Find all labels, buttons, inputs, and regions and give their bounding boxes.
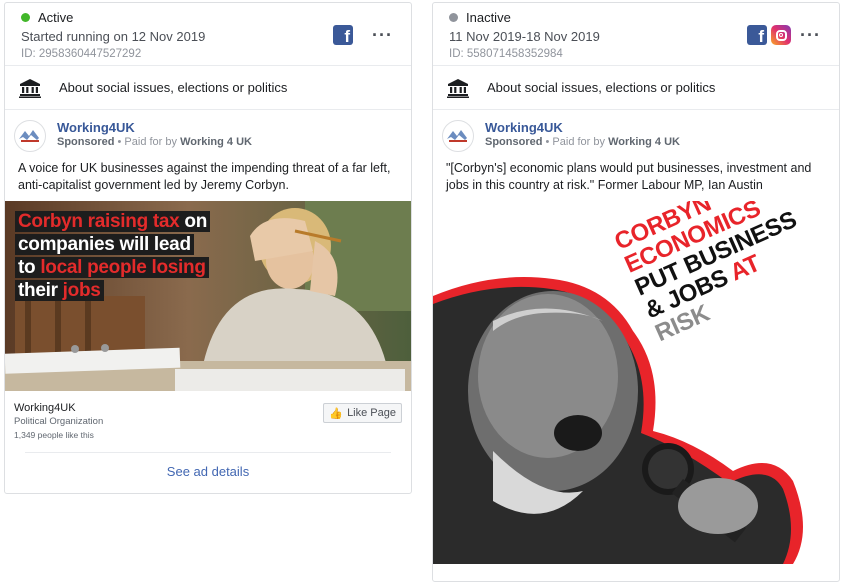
thumbs-up-icon: 👍 bbox=[329, 407, 344, 420]
status-label: Inactive bbox=[466, 10, 511, 25]
instagram-icon bbox=[771, 25, 791, 45]
caption-line4-red: jobs bbox=[62, 280, 101, 301]
ad-id: ID: 558071458352984 bbox=[449, 48, 563, 60]
page-info: Working4UK Political Organization 1,349 … bbox=[5, 391, 411, 452]
caption-line2: companies will lead bbox=[15, 234, 194, 255]
like-page-label: Like Page bbox=[347, 407, 396, 419]
paid-for-label: Paid for by bbox=[124, 136, 178, 148]
paid-for-name: Working 4 UK bbox=[608, 136, 680, 148]
category-row: About social issues, elections or politi… bbox=[433, 66, 839, 109]
advertiser-logo-icon bbox=[447, 130, 467, 142]
ad-id: ID: 2958360447527292 bbox=[21, 48, 142, 60]
more-options-icon[interactable]: ··· bbox=[800, 25, 821, 46]
bank-icon bbox=[19, 78, 41, 98]
paid-for-label: Paid for by bbox=[552, 136, 606, 148]
ad-image[interactable]: CORBYN ECONOMICS PUT BUSINESS & JOBS AT … bbox=[433, 201, 839, 564]
caption-line3-white: to bbox=[18, 257, 41, 278]
like-page-button[interactable]: 👍 Like Page bbox=[323, 403, 402, 423]
ad-card-inactive: Inactive 11 Nov 2019-18 Nov 2019 ID: 558… bbox=[432, 2, 840, 582]
sponsored-line: Sponsored • Paid for by Working 4 UK bbox=[485, 136, 680, 148]
see-ad-details-link[interactable]: See ad details bbox=[25, 452, 391, 479]
sponsored-line: Sponsored • Paid for by Working 4 UK bbox=[57, 136, 252, 148]
advertiser-name-link[interactable]: Working4UK bbox=[57, 120, 252, 135]
status-label: Active bbox=[38, 10, 74, 25]
advertiser-header: Working4UK Sponsored • Paid for by Worki… bbox=[433, 110, 839, 158]
advertiser-avatar[interactable] bbox=[14, 120, 46, 152]
ad-status-header: Inactive 11 Nov 2019-18 Nov 2019 ID: 558… bbox=[433, 3, 839, 65]
more-options-icon[interactable]: ··· bbox=[372, 25, 393, 46]
caption-line3-red: local people losing bbox=[40, 257, 206, 278]
category-label: About social issues, elections or politi… bbox=[59, 80, 288, 95]
category-row: About social issues, elections or politi… bbox=[5, 66, 411, 109]
ad-image-caption: Corbyn raising tax on companies will lea… bbox=[15, 211, 211, 303]
advertiser-name-link[interactable]: Working4UK bbox=[485, 120, 680, 135]
paid-for-name: Working 4 UK bbox=[180, 136, 252, 148]
ad-card-active: Active Started running on 12 Nov 2019 ID… bbox=[4, 2, 412, 494]
caption-line4-white: their bbox=[18, 280, 63, 301]
caption-line1-white: on bbox=[179, 211, 208, 232]
sponsored-label: Sponsored bbox=[485, 136, 543, 148]
page-likes: 1,349 people like this bbox=[14, 430, 94, 440]
ad-image[interactable]: Corbyn raising tax on companies will lea… bbox=[5, 201, 411, 391]
platform-icons: f bbox=[333, 25, 353, 45]
advertiser-logo-icon bbox=[19, 130, 39, 142]
category-label: About social issues, elections or politi… bbox=[487, 80, 716, 95]
facebook-icon: f bbox=[747, 25, 767, 45]
platform-icons: f bbox=[747, 25, 791, 45]
status-inactive-dot-icon bbox=[449, 13, 458, 22]
advertiser-avatar[interactable] bbox=[442, 120, 474, 152]
ad-body-text: A voice for UK businesses against the im… bbox=[18, 161, 391, 192]
ad-body-text: "[Corbyn's] economic plans would put bus… bbox=[446, 161, 812, 192]
bank-icon bbox=[447, 78, 469, 98]
caption-line1-red: Corbyn raising tax bbox=[18, 211, 180, 232]
advertiser-header: Working4UK Sponsored • Paid for by Worki… bbox=[5, 110, 411, 158]
facebook-icon: f bbox=[333, 25, 353, 45]
sponsored-label: Sponsored bbox=[57, 136, 115, 148]
ad-status-header: Active Started running on 12 Nov 2019 ID… bbox=[5, 3, 411, 65]
status-active-dot-icon bbox=[21, 13, 30, 22]
